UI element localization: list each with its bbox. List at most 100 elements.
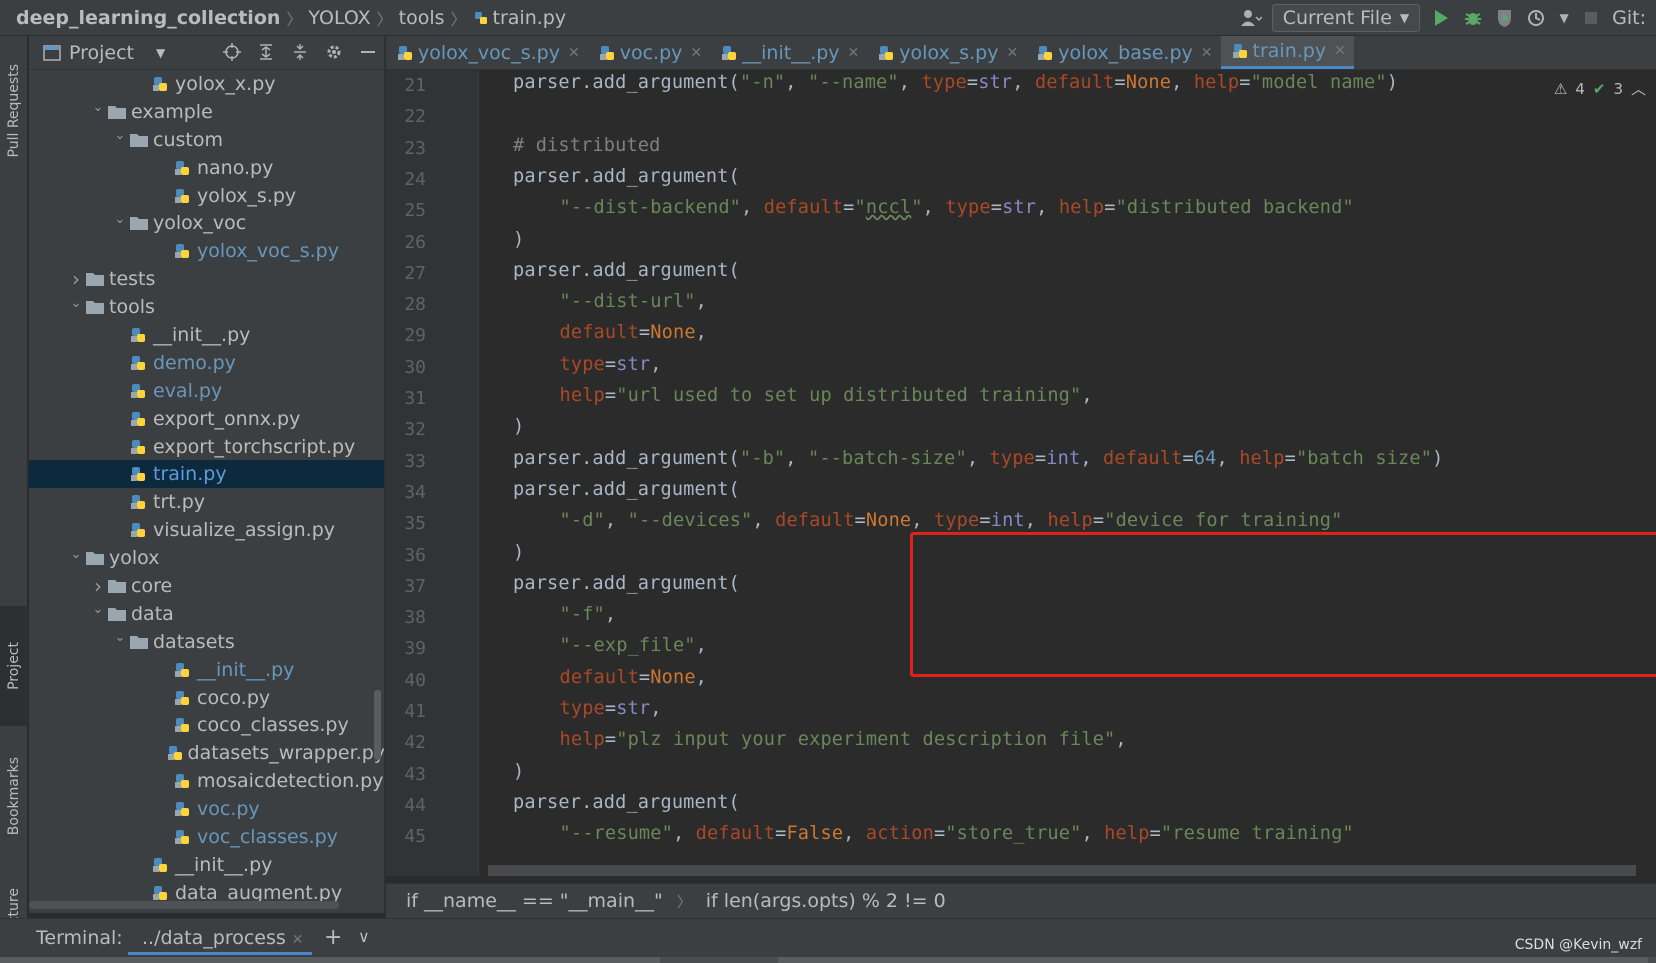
code-line[interactable]: parser.add_argument( — [513, 792, 740, 813]
tree-file[interactable]: __init__.py — [29, 321, 384, 349]
chevron-right-icon[interactable]: › — [67, 267, 85, 291]
code-line[interactable]: help="url used to set up distributed tra… — [560, 385, 1093, 406]
code-line[interactable]: "-d", "--devices", default=None, type=in… — [560, 510, 1343, 531]
tree-folder[interactable]: ⌄ custom — [29, 126, 384, 154]
breadcrumb-file[interactable]: train.py — [469, 7, 571, 29]
tree-file[interactable]: demo.py — [29, 349, 384, 377]
code-line[interactable]: ) — [513, 416, 524, 437]
project-scrollbar[interactable] — [374, 690, 381, 760]
tree-file[interactable]: yolox_voc_s.py — [29, 237, 384, 265]
tree-file[interactable]: coco_classes.py — [29, 711, 384, 739]
tree-file[interactable]: visualize_assign.py — [29, 516, 384, 544]
code-line[interactable]: parser.add_argument( — [513, 260, 740, 281]
close-icon[interactable]: ✕ — [1334, 43, 1346, 59]
code-line[interactable]: parser.add_argument( — [513, 479, 740, 500]
code-line[interactable]: parser.add_argument("-n", "--name", type… — [513, 72, 1398, 93]
close-icon[interactable]: ✕ — [1006, 45, 1018, 61]
close-icon[interactable]: ✕ — [292, 932, 304, 948]
pull-requests-tab[interactable]: Pull Requests — [0, 46, 28, 176]
tree-file[interactable]: eval.py — [29, 377, 384, 405]
breadcrumb-project[interactable]: deep_learning_collection — [0, 7, 284, 29]
code-line[interactable]: type=str, — [560, 354, 662, 375]
debug-icon[interactable] — [1462, 7, 1484, 29]
tree-folder[interactable]: ⌄ example — [29, 98, 384, 126]
close-icon[interactable]: ✕ — [1201, 45, 1213, 61]
chevron-down-icon[interactable]: ⌄ — [111, 128, 129, 143]
chevron-down-icon[interactable]: ⌄ — [111, 630, 129, 645]
editor-horizontal-scrollbar[interactable] — [488, 865, 1636, 876]
breadcrumb-yolox[interactable]: YOLOX — [304, 7, 374, 29]
close-icon[interactable]: ✕ — [848, 45, 860, 61]
editor-tab[interactable]: voc.py ✕ — [588, 36, 710, 69]
profile-icon[interactable] — [1526, 7, 1548, 29]
run-icon[interactable] — [1430, 7, 1452, 29]
editor-tab[interactable]: train.py ✕ — [1220, 36, 1354, 69]
code-line[interactable]: parser.add_argument( — [513, 573, 740, 594]
tree-file[interactable]: mosaicdetection.py — [29, 767, 384, 795]
code-line[interactable]: "--dist-backend", default="nccl", type=s… — [560, 197, 1354, 218]
coverage-icon[interactable] — [1494, 7, 1516, 29]
editor-tab[interactable]: yolox_voc_s.py ✕ — [386, 36, 588, 69]
chevron-down-icon[interactable]: ▼ — [1558, 7, 1570, 29]
run-configuration-select[interactable]: Current File ▼ — [1271, 4, 1421, 32]
expand-all-icon[interactable] — [256, 42, 276, 62]
code-breadcrumb-item[interactable]: if len(args.opts) % 2 != 0 — [706, 890, 946, 912]
code-line[interactable]: ) — [513, 229, 524, 250]
code-line[interactable]: default=None, — [560, 322, 708, 343]
tree-file[interactable]: trt.py — [29, 488, 384, 516]
tree-file[interactable]: datasets_wrapper.py — [29, 739, 384, 767]
code-editor[interactable]: 21 22 23 24 25 26 27 28 29 30 31 32 33 34 35 36 37 38 39 40… — [386, 70, 1656, 876]
gear-icon[interactable] — [324, 42, 344, 62]
tree-folder[interactable]: ⌄ datasets — [29, 628, 384, 656]
chevron-down-icon[interactable]: ⌄ — [67, 547, 85, 562]
bookmarks-tab[interactable]: Bookmarks — [0, 736, 28, 856]
tree-file[interactable]: voc_classes.py — [29, 823, 384, 851]
code-line[interactable]: parser.add_argument("-b", "--batch-size"… — [513, 448, 1443, 469]
tree-folder[interactable]: ⌄ tools — [29, 293, 384, 321]
tree-folder[interactable]: ⌄ yolox_voc — [29, 209, 384, 237]
tree-file[interactable]: voc.py — [29, 795, 384, 823]
code-line[interactable]: # distributed — [513, 135, 660, 156]
tree-file[interactable]: __init__.py — [29, 656, 384, 684]
terminal-tab[interactable]: ../data_process ✕ — [128, 919, 312, 955]
close-icon[interactable]: ✕ — [568, 45, 580, 61]
code-line[interactable]: help="plz input your experiment descript… — [560, 729, 1127, 750]
code-line[interactable]: type=str, — [560, 698, 662, 719]
code-breadcrumb-item[interactable]: if __name__ == "__main__" — [406, 890, 663, 912]
tree-file[interactable]: __init__.py — [29, 851, 384, 879]
breadcrumb-tools[interactable]: tools — [395, 7, 449, 29]
code-line[interactable]: "--dist-url", — [560, 291, 708, 312]
editor-tab[interactable]: yolox_s.py ✕ — [867, 36, 1026, 69]
chevron-down-icon[interactable]: ⌄ — [89, 100, 107, 115]
editor-tab[interactable]: yolox_base.py ✕ — [1026, 36, 1220, 69]
code-line[interactable]: "-f", — [560, 604, 617, 625]
user-icon[interactable] — [1240, 7, 1262, 29]
chevron-down-icon[interactable]: ⌄ — [89, 602, 107, 617]
project-horizontal-scrollbar[interactable] — [29, 901, 339, 909]
project-tool-tab[interactable]: Project — [0, 606, 28, 726]
chevron-right-icon[interactable]: › — [89, 574, 107, 598]
code-line[interactable]: ) — [513, 542, 524, 563]
tree-file[interactable]: yolox_x.py — [29, 70, 384, 98]
chevron-down-icon[interactable]: ⌄ — [111, 212, 129, 227]
tree-folder[interactable]: ⌄ data — [29, 600, 384, 628]
tree-file[interactable]: nano.py — [29, 154, 384, 182]
tree-file[interactable]: export_torchscript.py — [29, 433, 384, 461]
code-line[interactable]: ) — [513, 761, 524, 782]
chevron-down-icon[interactable]: ∨ — [358, 927, 370, 946]
code-line[interactable]: "--exp_file", — [560, 635, 708, 656]
collapse-all-icon[interactable] — [290, 42, 310, 62]
inspection-widget[interactable]: ⚠ 4 ✔ 3 ︿ — [1554, 78, 1646, 99]
tree-folder[interactable]: › tests — [29, 265, 384, 293]
tree-folder[interactable]: › core — [29, 572, 384, 600]
close-icon[interactable]: ✕ — [690, 45, 702, 61]
locate-icon[interactable] — [222, 42, 242, 62]
chevron-up-icon[interactable]: ︿ — [1631, 78, 1646, 99]
new-terminal-button[interactable]: + — [324, 925, 342, 950]
code-line[interactable]: default=None, — [560, 667, 708, 688]
tree-folder[interactable]: ⌄ yolox — [29, 544, 384, 572]
tree-file[interactable]: export_onnx.py — [29, 405, 384, 433]
tree-file[interactable]: train.py — [29, 460, 384, 489]
editor-tab[interactable]: __init__.py ✕ — [710, 36, 867, 69]
tree-file[interactable]: yolox_s.py — [29, 182, 384, 210]
